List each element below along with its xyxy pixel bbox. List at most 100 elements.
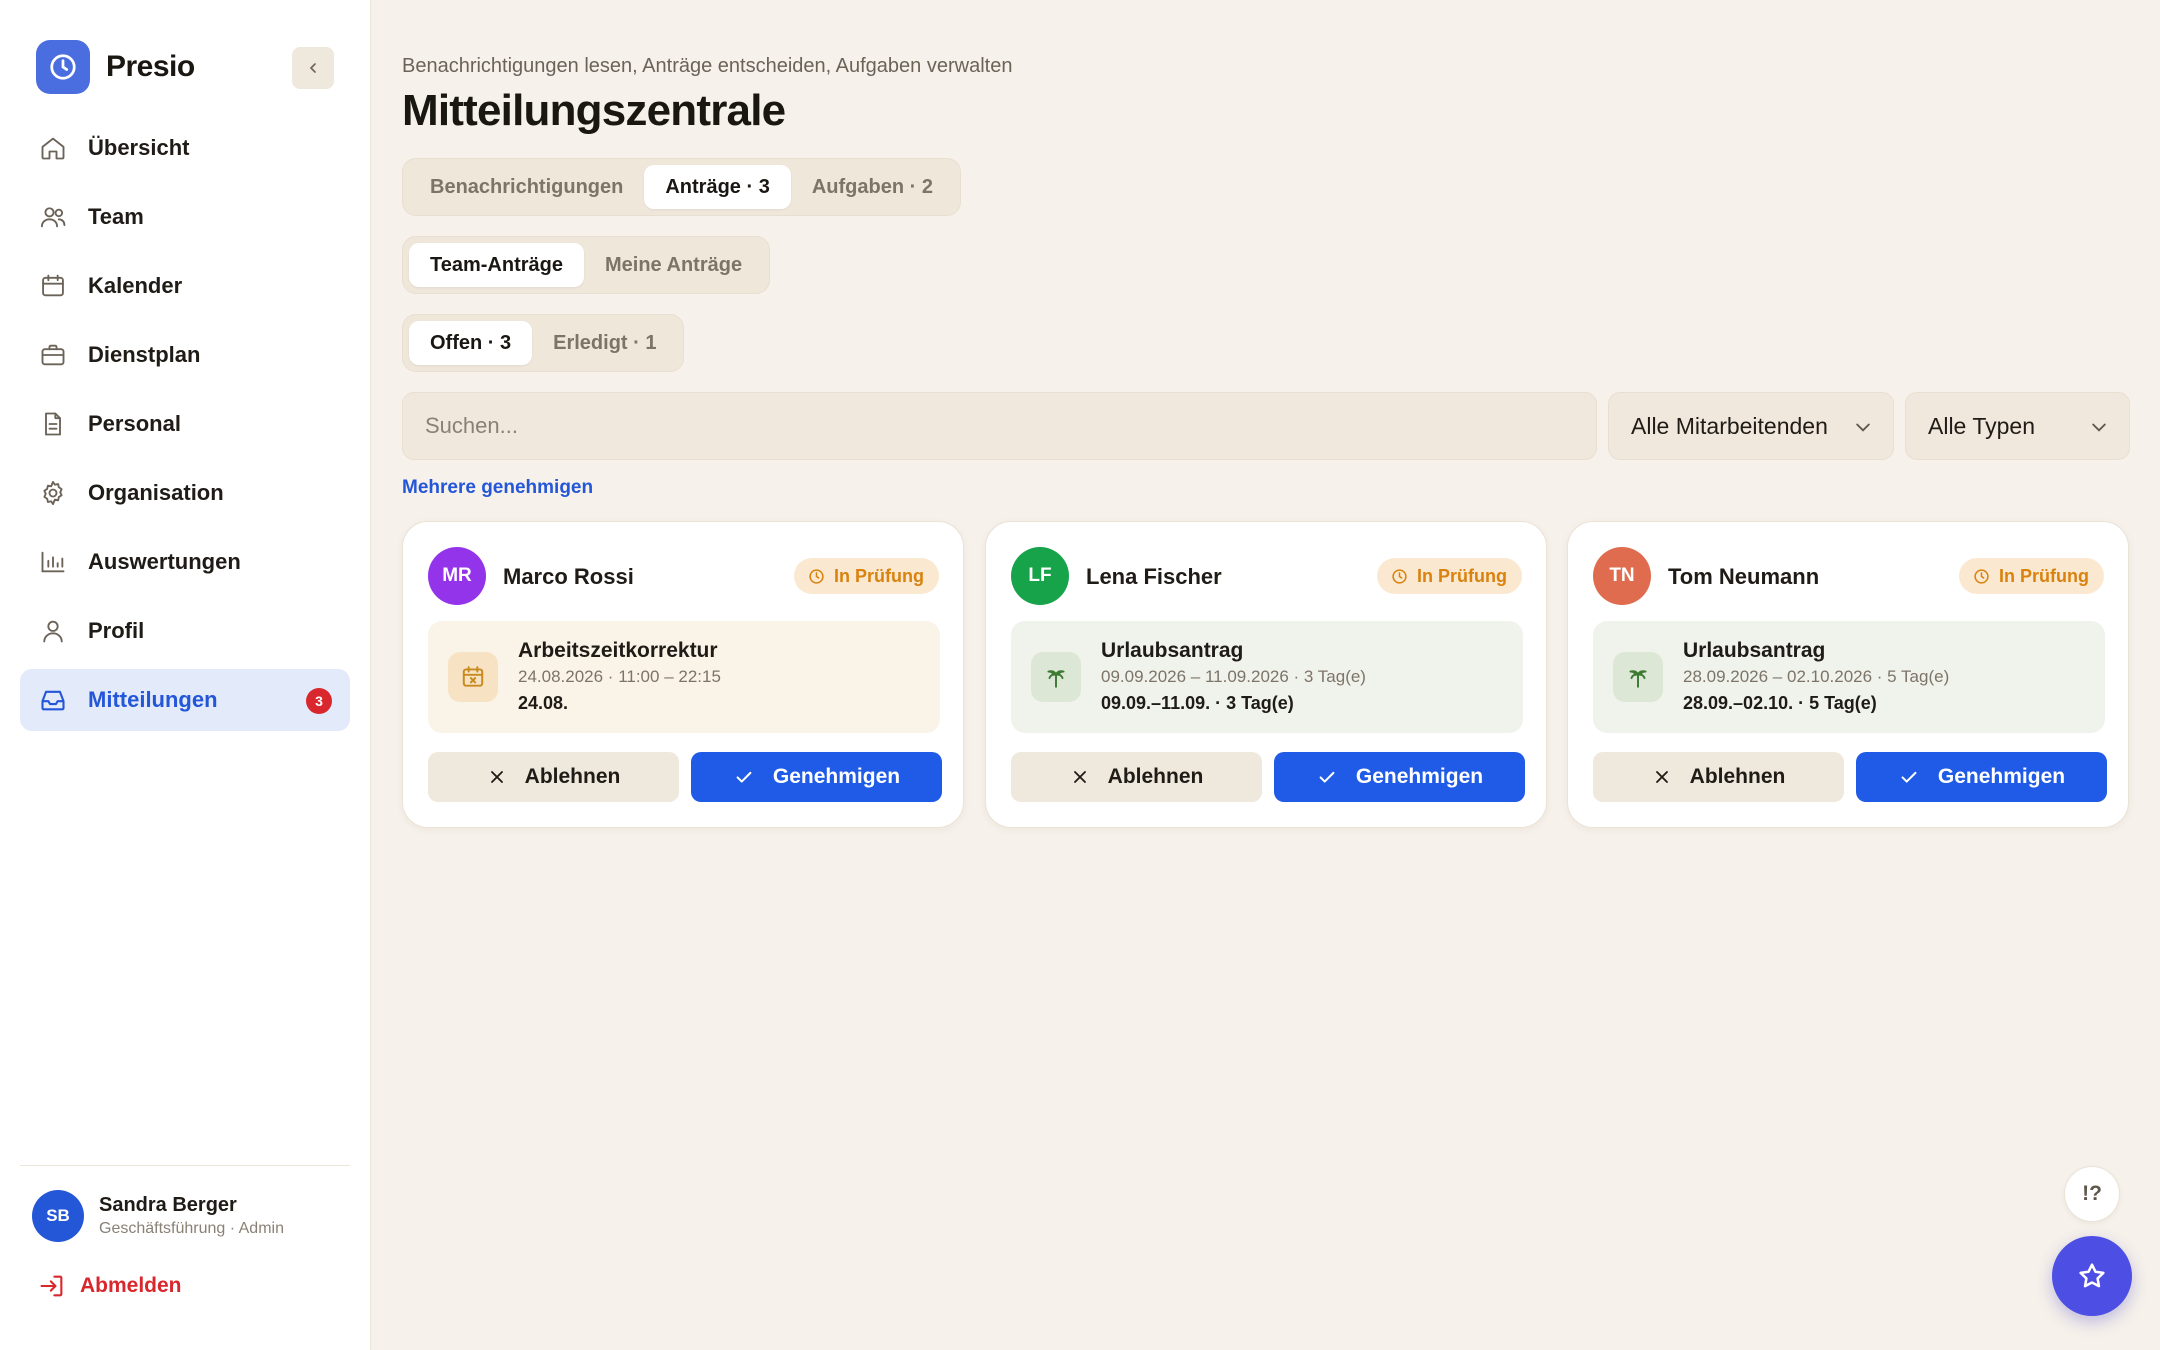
- main-tabs: Benachrichtigungen Anträge · 3 Aufgaben …: [402, 158, 961, 216]
- request-card: TN Tom Neumann In Prüfung Urlaubsantrag …: [1567, 521, 2129, 828]
- check-icon: [736, 771, 752, 783]
- sidebar-item-team[interactable]: Team: [20, 186, 350, 248]
- sidebar-item-mitteilungen[interactable]: Mitteilungen 3: [20, 669, 350, 731]
- document-icon: [38, 409, 68, 439]
- status-label: In Prüfung: [1417, 565, 1507, 586]
- tab-erledigt[interactable]: Erledigt · 1: [532, 321, 677, 365]
- chevron-down-icon: [2092, 423, 2106, 432]
- approve-label: Genehmigen: [1937, 765, 2066, 788]
- clock-icon: [1392, 568, 1407, 584]
- calendar-icon: [38, 271, 68, 301]
- status-label: In Prüfung: [1999, 565, 2089, 586]
- user-profile[interactable]: SB Sandra Berger Geschäftsführung · Admi…: [32, 1190, 284, 1242]
- status-tabs: Offen · 3 Erledigt · 1: [402, 314, 685, 372]
- sidebar: Presio Übersicht Team Kalender Dienstpla…: [0, 0, 371, 1350]
- tab-benachrichtigungen[interactable]: Benachrichtigungen: [409, 165, 644, 209]
- briefcase-icon: [38, 340, 68, 370]
- sidebar-item-label: Mitteilungen: [88, 687, 218, 712]
- request-type: Urlaubsantrag: [1683, 639, 1826, 662]
- sidebar-item-label: Kalender: [88, 273, 183, 298]
- request-short: 28.09.–02.10. · 5 Tag(e): [1683, 693, 1877, 713]
- user-info: Sandra Berger Geschäftsführung · Admin: [99, 1194, 284, 1238]
- close-icon: [490, 771, 503, 783]
- tab-offen[interactable]: Offen · 3: [409, 321, 533, 365]
- avatar: TN: [1593, 547, 1651, 605]
- request-type: Arbeitszeitkorrektur: [518, 639, 718, 662]
- status-badge: In Prüfung: [1959, 558, 2104, 594]
- request-card: LF Lena Fischer In Prüfung Urlaubsantrag…: [985, 521, 1547, 828]
- request-type: Urlaubsantrag: [1101, 639, 1244, 662]
- sidebar-item-dienstplan[interactable]: Dienstplan: [20, 324, 350, 386]
- logout-button[interactable]: Abmelden: [38, 1272, 182, 1300]
- approve-label: Genehmigen: [1355, 765, 1484, 788]
- avatar: MR: [428, 547, 486, 605]
- reject-button[interactable]: Ablehnen: [1593, 752, 1844, 802]
- sidebar-item-uebersicht[interactable]: Übersicht: [20, 117, 350, 179]
- users-icon: [38, 202, 68, 232]
- request-range: 28.09.2026 – 02.10.2026 · 5 Tag(e): [1683, 667, 1950, 686]
- favorites-fab[interactable]: [2052, 1236, 2132, 1316]
- multi-approve-link[interactable]: Mehrere genehmigen: [402, 477, 593, 499]
- sidebar-item-label: Dienstplan: [88, 342, 201, 367]
- sidebar-item-auswertungen[interactable]: Auswertungen: [20, 531, 350, 593]
- reject-button[interactable]: Ablehnen: [428, 752, 679, 802]
- tab-aufgaben[interactable]: Aufgaben · 2: [791, 165, 954, 209]
- help-button[interactable]: !?: [2064, 1166, 2120, 1222]
- status-badge: In Prüfung: [1377, 558, 1522, 594]
- collapse-sidebar-button[interactable]: [292, 47, 334, 89]
- request-detail: Arbeitszeitkorrektur 24.08.2026 · 11:00 …: [428, 621, 940, 733]
- unread-badge: 3: [306, 688, 332, 714]
- page-subtitle: Benachrichtigungen lesen, Anträge entsch…: [402, 55, 1013, 77]
- star-icon: [2079, 1263, 2105, 1288]
- request-detail: Urlaubsantrag 28.09.2026 – 02.10.2026 · …: [1593, 621, 2105, 733]
- check-icon: [1319, 771, 1335, 783]
- requester-name: Lena Fischer: [1086, 564, 1222, 589]
- approve-button[interactable]: Genehmigen: [1274, 752, 1525, 802]
- sidebar-item-profil[interactable]: Profil: [20, 600, 350, 662]
- approve-button[interactable]: Genehmigen: [691, 752, 942, 802]
- type-select[interactable]: Alle Typen: [1905, 392, 2130, 460]
- employee-select[interactable]: Alle Mitarbeitenden: [1608, 392, 1894, 460]
- approve-button[interactable]: Genehmigen: [1856, 752, 2107, 802]
- sidebar-nav: Übersicht Team Kalender Dienstplan Perso…: [20, 117, 350, 738]
- sidebar-item-label: Übersicht: [88, 135, 190, 160]
- reject-button[interactable]: Ablehnen: [1011, 752, 1262, 802]
- sidebar-item-label: Profil: [88, 618, 145, 643]
- sidebar-item-kalender[interactable]: Kalender: [20, 255, 350, 317]
- user-name: Sandra Berger: [99, 1194, 237, 1216]
- palm-tree-icon: [1613, 652, 1663, 702]
- sidebar-item-organisation[interactable]: Organisation: [20, 462, 350, 524]
- requester-name: Marco Rossi: [503, 564, 634, 589]
- clock-icon: [36, 40, 90, 94]
- home-icon: [38, 133, 68, 163]
- request-range: 09.09.2026 – 11.09.2026 · 3 Tag(e): [1101, 667, 1366, 686]
- employee-select-value: Alle Mitarbeitenden: [1631, 412, 1828, 439]
- status-label: In Prüfung: [834, 565, 924, 586]
- reject-label: Ablehnen: [1689, 765, 1786, 788]
- type-select-value: Alle Typen: [1928, 412, 2035, 439]
- close-icon: [1655, 771, 1668, 783]
- user-role: Geschäftsführung · Admin: [99, 1220, 284, 1237]
- clock-icon: [1974, 568, 1989, 584]
- reject-label: Ablehnen: [524, 765, 621, 788]
- sidebar-item-label: Organisation: [88, 480, 224, 505]
- requester-name: Tom Neumann: [1668, 564, 1820, 589]
- approve-label: Genehmigen: [772, 765, 901, 788]
- tab-antraege[interactable]: Anträge · 3: [644, 165, 791, 209]
- search-input[interactable]: [402, 392, 1597, 460]
- tab-team-antraege[interactable]: Team-Anträge: [409, 243, 584, 287]
- sidebar-item-label: Personal: [88, 411, 181, 436]
- tab-meine-antraege[interactable]: Meine Anträge: [584, 243, 763, 287]
- avatar: SB: [32, 1190, 84, 1242]
- request-detail: Urlaubsantrag 09.09.2026 – 11.09.2026 · …: [1011, 621, 1523, 733]
- brand-name: Presio: [106, 50, 195, 83]
- chevron-down-icon: [1856, 423, 1870, 432]
- sidebar-item-personal[interactable]: Personal: [20, 393, 350, 455]
- user-icon: [38, 616, 68, 646]
- gear-icon: [38, 478, 68, 508]
- brand[interactable]: Presio: [36, 40, 195, 94]
- avatar: LF: [1011, 547, 1069, 605]
- request-scope-tabs: Team-Anträge Meine Anträge: [402, 236, 771, 294]
- request-short: 24.08.: [518, 693, 569, 713]
- clock-icon: [809, 568, 824, 584]
